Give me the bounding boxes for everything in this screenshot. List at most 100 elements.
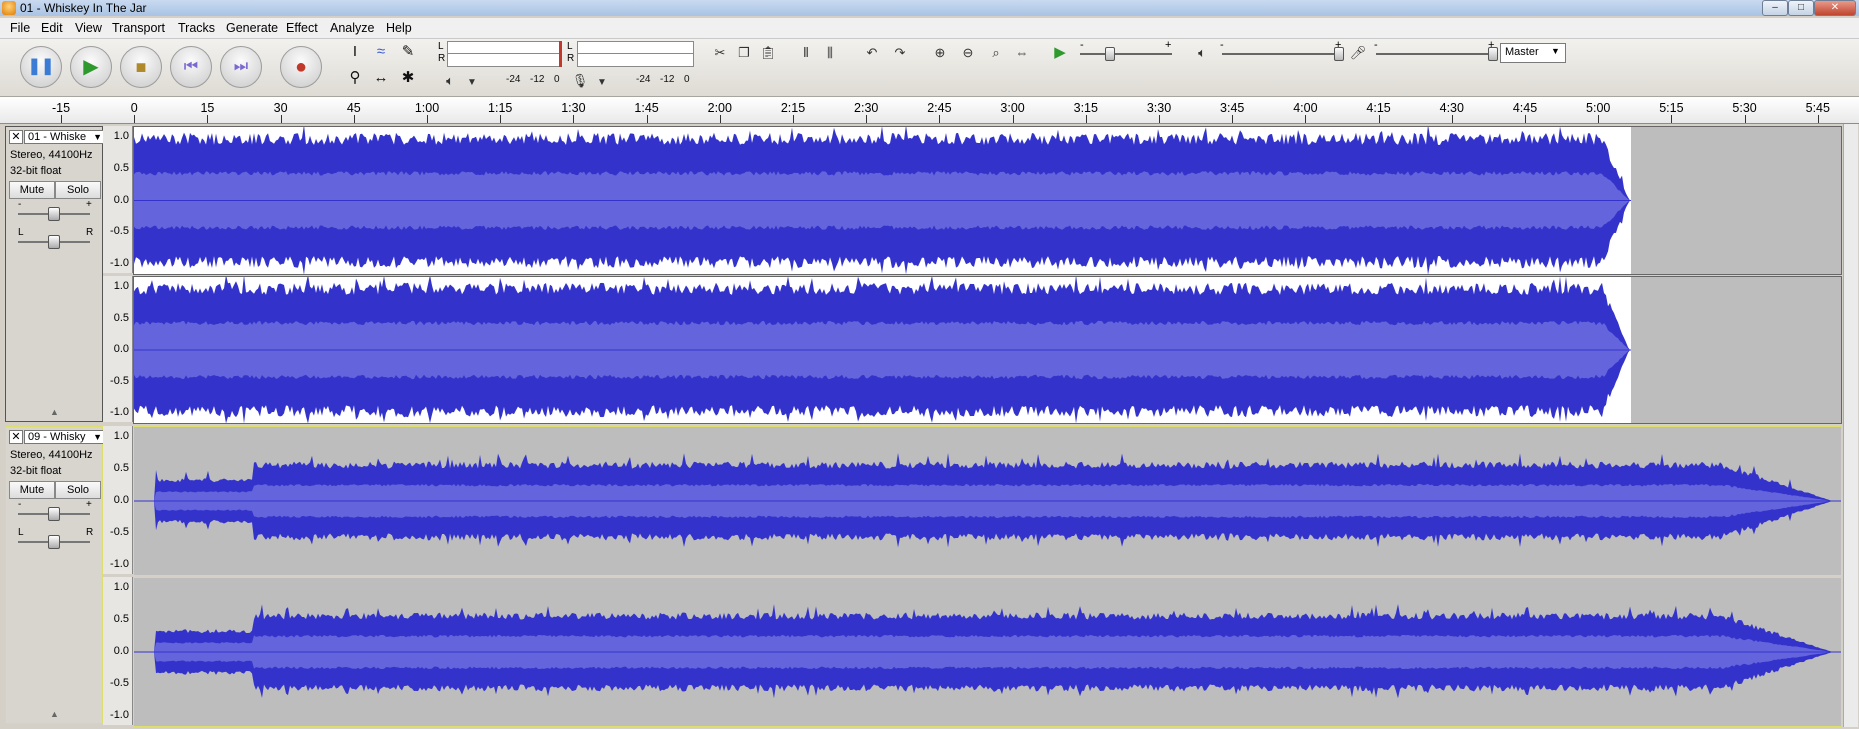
toolbar: ❚❚ ▶ ■ ⏮ ⏭ ● I ≈ ✎ ⚲ ↔ ✱ L R L R 🔈︎ ▼ -2… (0, 39, 1859, 97)
silence-icon[interactable]: ⫼ (820, 43, 840, 63)
speed-plus-label: + (1165, 39, 1172, 51)
waveform-left-channel[interactable] (133, 426, 1842, 576)
pan-slider-thumb[interactable] (48, 535, 60, 549)
skip-to-end-icon: ⏭ (233, 58, 249, 75)
waveform-right-channel[interactable] (133, 274, 1842, 424)
track-bit-depth: 32-bit float (10, 465, 62, 477)
microphone-icon: 🎙︎ (571, 73, 589, 88)
waveform-left-channel[interactable] (133, 124, 1842, 275)
zoom-tool-icon[interactable]: ⚲ (344, 67, 366, 89)
play-speed-slider[interactable] (1080, 53, 1172, 55)
solo-button[interactable]: Solo (55, 181, 101, 199)
track-name-menu[interactable]: 09 - Whisky ▼ (24, 430, 105, 444)
output-volume-slider-thumb[interactable] (1334, 47, 1344, 61)
stop-button[interactable]: ■ (120, 46, 162, 88)
menu-help[interactable]: Help (386, 20, 412, 36)
menu-transport[interactable]: Transport (112, 20, 165, 36)
ruler-tick-label: 3:00 (1000, 101, 1025, 115)
empty-track-region (1631, 127, 1841, 274)
input-volume-slider-thumb[interactable] (1488, 47, 1498, 61)
skip-to-start-button[interactable]: ⏮ (170, 46, 212, 88)
close-track-icon[interactable]: ✕ (9, 430, 23, 444)
ruler-tick (1451, 115, 1453, 123)
menu-generate[interactable]: Generate (226, 20, 278, 36)
record-meter-right[interactable] (577, 53, 694, 67)
menu-file[interactable]: File (10, 20, 30, 36)
chevron-down-icon: ▼ (1551, 46, 1560, 56)
paste-icon[interactable]: 📋︎ (758, 43, 778, 63)
envelope-tool-icon[interactable]: ≈ (370, 41, 392, 63)
ruler-tick-label: 5:45 (1805, 101, 1830, 115)
amplitude-label: -1.0 (110, 709, 129, 721)
minimize-button[interactable]: – (1762, 0, 1788, 16)
ruler-tick-label: 5:30 (1732, 101, 1757, 115)
trim-icon[interactable]: ⫴ (796, 43, 816, 63)
amplitude-label: 0.0 (113, 494, 129, 506)
fit-selection-icon[interactable]: ⌕ (986, 43, 1006, 63)
solo-button[interactable]: Solo (55, 481, 101, 499)
ruler-tick-label: 5:00 (1586, 101, 1611, 115)
selection-tool-icon[interactable]: I (344, 41, 366, 63)
close-button[interactable]: ✕ (1814, 0, 1856, 16)
track-name-menu[interactable]: 01 - Whiske ▼ (24, 130, 105, 144)
ruler-tick-label: 3:15 (1073, 101, 1098, 115)
record-button[interactable]: ● (280, 46, 322, 88)
play-button[interactable]: ▶ (70, 46, 112, 88)
timeline-ruler[interactable]: -15 0 15 30 45 1:00 1:15 1:30 1:45 2:00 2:15 2:30 2:… (0, 97, 1859, 124)
stop-icon: ■ (135, 57, 147, 77)
time-shift-tool-icon[interactable]: ↔ (370, 67, 392, 89)
close-track-icon[interactable]: ✕ (9, 130, 23, 144)
mute-button[interactable]: Mute (9, 181, 55, 199)
skip-to-end-button[interactable]: ⏭ (220, 46, 262, 88)
play-at-speed-icon[interactable]: ▶ (1050, 43, 1070, 63)
pan-slider-thumb[interactable] (48, 235, 60, 249)
track-name: 09 - Whisky (28, 431, 86, 443)
menu-tracks[interactable]: Tracks (178, 20, 215, 36)
maximize-button[interactable]: □ (1788, 0, 1814, 16)
multi-tool-icon[interactable]: ✱ (397, 67, 419, 89)
fit-project-icon[interactable]: ⇔ (1012, 43, 1032, 63)
play-speed-slider-thumb[interactable] (1105, 47, 1115, 61)
waveform-right-channel[interactable] (133, 577, 1842, 727)
output-volume-slider[interactable] (1222, 53, 1340, 55)
collapse-track-icon[interactable]: ▲ (50, 709, 59, 719)
menu-bar: File Edit View Transport Tracks Generate… (0, 18, 1859, 39)
gain-slider-thumb[interactable] (48, 507, 60, 521)
track-control-panel: ✕ 01 - Whiske ▼ Stereo, 44100Hz 32-bit fl… (5, 126, 105, 422)
menu-analyze[interactable]: Analyze (330, 20, 374, 36)
vertical-scrollbar[interactable] (1843, 124, 1858, 727)
copy-icon[interactable]: ❐ (734, 43, 754, 63)
ruler-tick (134, 115, 136, 123)
record-meter-r-label: R (567, 53, 575, 64)
ruler-tick-label: 15 (200, 101, 215, 115)
redo-icon[interactable]: ↷ (890, 43, 910, 63)
playback-meter-right[interactable] (447, 53, 561, 67)
input-source-select[interactable]: Master ▼ (1500, 43, 1566, 63)
cut-icon[interactable]: ✂ (710, 43, 730, 63)
amplitude-ruler: 1.0 0.5 0.0 -0.5 -1.0 (103, 577, 133, 725)
menu-effect[interactable]: Effect (286, 20, 318, 36)
ruler-tick (573, 115, 575, 123)
pan-left-label: L (18, 227, 24, 238)
undo-icon[interactable]: ↶ (862, 43, 882, 63)
amplitude-ruler: 1.0 0.5 0.0 -0.5 -1.0 (103, 126, 133, 273)
ruler-tick-label: -15 (51, 101, 71, 115)
ruler-tick (1012, 115, 1014, 123)
record-meter-dropdown-icon[interactable]: ▼ (592, 73, 612, 93)
zoom-out-icon[interactable]: ⊖ (958, 43, 978, 63)
track-bit-depth: 32-bit float (10, 165, 62, 177)
collapse-track-icon[interactable]: ▲ (50, 407, 59, 417)
mute-button[interactable]: Mute (9, 481, 55, 499)
gain-slider-thumb[interactable] (48, 207, 60, 221)
ruler-tick-label: 4:45 (1512, 101, 1538, 115)
amplitude-label: -0.5 (110, 375, 129, 387)
ruler-tick (1232, 115, 1234, 123)
ruler-tick-label: 30 (273, 101, 288, 115)
zoom-in-icon[interactable]: ⊕ (930, 43, 950, 63)
pause-button[interactable]: ❚❚ (20, 46, 62, 88)
playback-meter-dropdown-icon[interactable]: ▼ (462, 73, 482, 93)
menu-edit[interactable]: Edit (41, 20, 63, 36)
menu-view[interactable]: View (75, 20, 102, 36)
input-volume-slider[interactable] (1376, 53, 1494, 55)
draw-tool-icon[interactable]: ✎ (397, 41, 419, 63)
